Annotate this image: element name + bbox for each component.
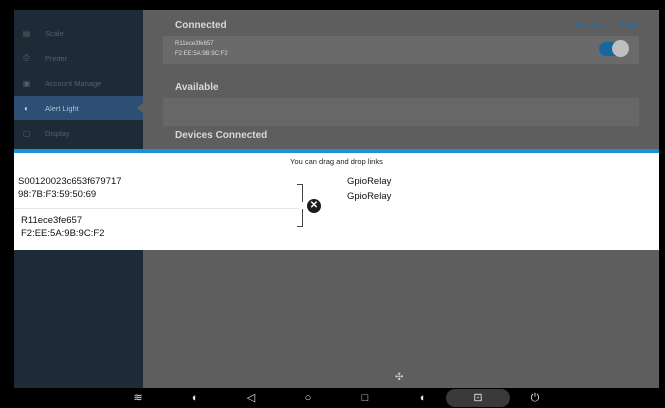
- link-bracket: [297, 184, 303, 202]
- available-list: [163, 98, 639, 126]
- sidebar-item-label: Scale: [45, 28, 64, 38]
- sidebar-item-label: Display: [45, 128, 70, 138]
- sidebar-item-scale[interactable]: ▤ Scale: [14, 21, 143, 45]
- alert-light-icon: ◐: [24, 103, 29, 113]
- link-bracket: [297, 209, 303, 227]
- sidebar-item-display[interactable]: ▢ Display: [14, 121, 143, 145]
- connected-device-card[interactable]: R11ece3fe657 F2:EE:5A:9B:9C:F2: [163, 36, 639, 64]
- bound-button[interactable]: Bound: [577, 20, 603, 30]
- account-icon: ▣: [22, 78, 31, 88]
- left-device-mac: 98:7B:F3:59:50:69: [18, 189, 97, 200]
- connected-title: Connected: [175, 20, 227, 31]
- printer-icon: ⎙: [23, 53, 30, 62]
- menu-icon[interactable]: ≋: [131, 392, 145, 404]
- display-icon: ▢: [22, 128, 31, 138]
- left-device-mac: F2:EE:5A:9B:9C:F2: [21, 228, 105, 239]
- left-device-item[interactable]: R11ece3fe657 F2:EE:5A:9B:9C:F2: [21, 214, 104, 240]
- available-title: Available: [175, 82, 219, 93]
- left-device-name: S00120023c653f679717: [18, 176, 122, 187]
- left-device-name: R11ece3fe657: [21, 215, 83, 226]
- scale-icon: ▤: [22, 28, 31, 38]
- drag-drop-hint: You can drag and drop links: [290, 157, 383, 166]
- list-divider: [14, 208, 299, 209]
- sidebar-item-account-manage[interactable]: ▣ Account Manage: [14, 71, 143, 95]
- link-dialog: You can drag and drop links S00120023c65…: [14, 149, 659, 250]
- toggle-knob: [612, 40, 629, 57]
- back-icon[interactable]: ◁: [244, 392, 258, 404]
- volume-up-icon[interactable]: ◖: [415, 392, 429, 404]
- device-mac: F2:EE:5A:9B:9C:F2: [175, 51, 228, 57]
- system-nav-bar: ≋ ◖ ◁ ○ □ ◖ ⊡ ⏻: [14, 388, 659, 408]
- home-icon[interactable]: ○: [301, 392, 315, 404]
- relay-item[interactable]: GpioRelay: [347, 175, 391, 189]
- sidebar-item-label: Printer: [45, 53, 68, 63]
- loading-spinner-icon: ✣: [395, 372, 404, 383]
- device-name: R11ece3fe657: [175, 41, 214, 47]
- sidebar-item-alert-light[interactable]: ◐ Alert Light: [14, 96, 143, 120]
- devices-connected-title: Devices Connected: [175, 130, 268, 141]
- screenshot-icon[interactable]: ⊡: [471, 392, 485, 404]
- power-icon[interactable]: ⏻: [528, 392, 542, 404]
- unlink-icon[interactable]: ✕: [307, 199, 321, 213]
- relay-item[interactable]: GpioRelay: [347, 190, 391, 204]
- sidebar-item-label: Account Manage: [45, 78, 102, 88]
- exit-button[interactable]: Exit: [621, 20, 636, 30]
- sidebar-item-printer[interactable]: ⎙ Printer: [14, 46, 143, 70]
- left-device-item[interactable]: S00120023c653f679717 98:7B:F3:59:50:69: [18, 175, 122, 201]
- device-toggle[interactable]: [599, 40, 629, 57]
- volume-down-icon[interactable]: ◖: [187, 392, 201, 404]
- sidebar-item-label: Alert Light: [45, 103, 79, 113]
- recents-icon[interactable]: □: [358, 392, 372, 404]
